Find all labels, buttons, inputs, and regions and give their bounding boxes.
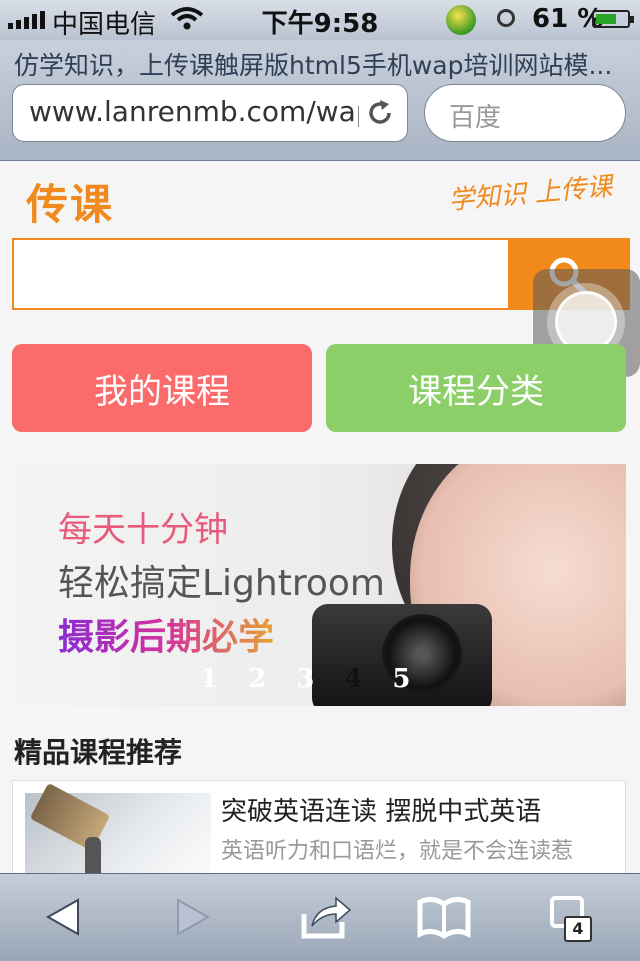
bookmarks-icon[interactable] [414, 892, 474, 942]
browser-search-placeholder: 百度 [449, 103, 502, 133]
url-text[interactable]: www.lanrenmb.com/wap [29, 95, 359, 128]
banner-page-1[interactable]: 1 [200, 664, 218, 694]
course-item[interactable]: 突破英语连读 摆脱中式英语 英语听力和口语烂，就是不会连读惹 [12, 780, 626, 873]
banner-line-3: 摄影后期必学 [58, 608, 274, 660]
course-categories-button[interactable]: 课程分类 [326, 344, 626, 432]
banner-page-2[interactable]: 2 [248, 664, 266, 694]
course-description: 英语听力和口语烂，就是不会连读惹 [221, 839, 574, 864]
reload-icon[interactable] [365, 98, 395, 128]
browser-search-field[interactable]: 百度 [424, 84, 626, 142]
site-search-input[interactable] [14, 240, 510, 308]
share-icon[interactable] [296, 892, 356, 942]
site-slogan: 学知识 上传课 [446, 171, 614, 217]
banner-line-1: 每天十分钟 [58, 510, 228, 550]
status-bar: 中国电信 下午9:58 61 % [0, 0, 640, 40]
browser-toolbar: 4 [0, 873, 640, 961]
banner-page-4[interactable]: 4 [344, 664, 362, 694]
security-app-icon [446, 5, 476, 35]
web-page: 传课 学知识 上传课 我的课程 课程分类 每天十分钟 轻松搞定Lightroom… [0, 161, 640, 873]
banner-pagination: 1 2 3 4 5 [200, 664, 410, 694]
recommend-section-title: 精品课程推荐 [14, 736, 183, 769]
site-logo[interactable]: 传课 [26, 171, 114, 232]
page-title: 仿学知识，上传课触屏版html5手机wap培训网站模... [14, 51, 613, 80]
forward-icon[interactable] [162, 892, 222, 942]
alarm-clock-icon [497, 9, 515, 27]
browser-chrome: 仿学知识，上传课触屏版html5手机wap培训网站模... www.lanren… [0, 40, 640, 161]
tabs-count: 4 [564, 916, 592, 942]
address-bar[interactable]: www.lanrenmb.com/wap [12, 84, 408, 142]
promo-banner[interactable]: 每天十分钟 轻松搞定Lightroom 摄影后期必学 1 2 3 4 5 [12, 464, 626, 706]
tabs-button[interactable]: 4 [544, 892, 604, 942]
battery-icon [592, 10, 634, 28]
course-title[interactable]: 突破英语连读 摆脱中式英语 [221, 791, 541, 828]
my-courses-button[interactable]: 我的课程 [12, 344, 312, 432]
back-icon[interactable] [34, 892, 94, 942]
banner-page-3[interactable]: 3 [296, 664, 314, 694]
banner-page-5[interactable]: 5 [392, 664, 410, 694]
course-thumbnail[interactable] [25, 793, 211, 873]
banner-line-2: 轻松搞定Lightroom [58, 563, 385, 604]
